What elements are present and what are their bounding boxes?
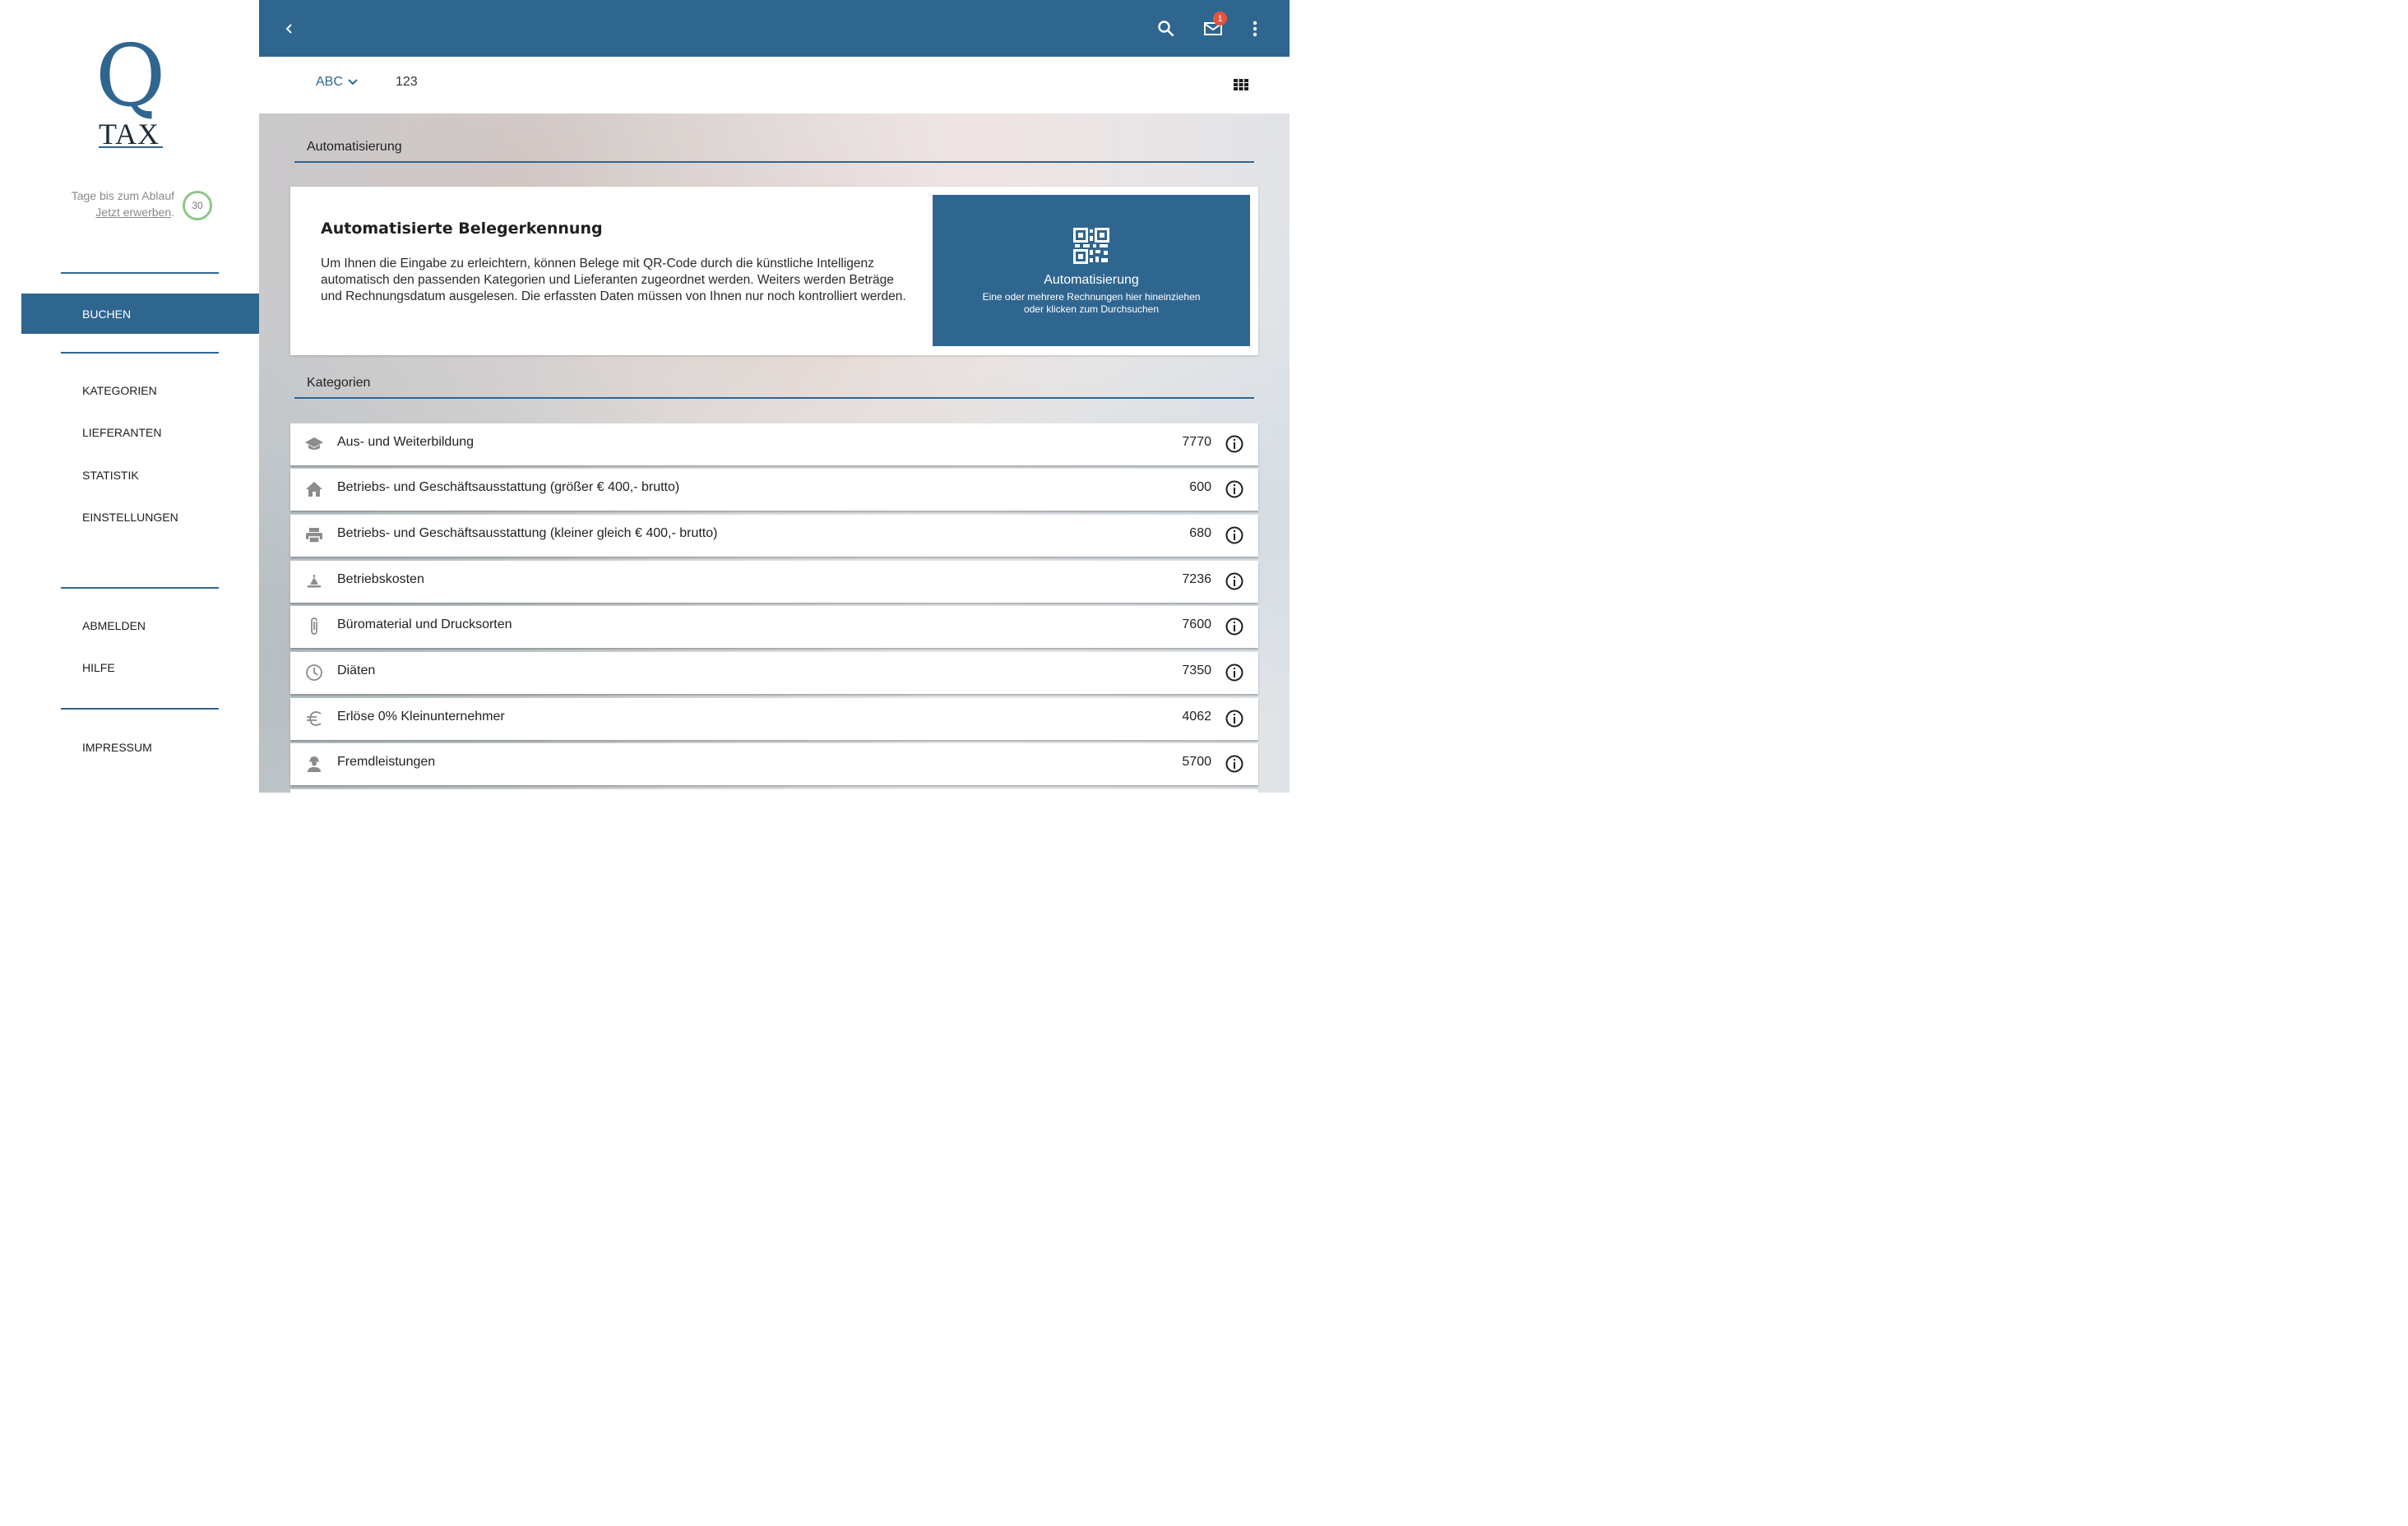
drop-zone-hint-line1: Eine oder mehrere Rechnungen hier hinein… — [982, 291, 1201, 303]
home-icon — [304, 479, 324, 499]
sidebar-item-kategorien[interactable]: KATEGORIEN — [0, 378, 259, 403]
notification-badge: 1 — [1213, 12, 1227, 25]
info-icon[interactable] — [1225, 525, 1244, 545]
automation-section-title: Automatisierung — [307, 140, 402, 154]
company-bar: ABC 123 — [259, 57, 1290, 113]
buy-now-link[interactable]: Jetzt erwerben — [95, 206, 171, 219]
category-number: 5700 — [1182, 755, 1211, 769]
euro-icon — [304, 709, 324, 728]
sidebar-item-einstellungen[interactable]: EINSTELLUNGEN — [0, 505, 259, 529]
category-number: 7600 — [1182, 617, 1211, 631]
sidebar-item-impressum[interactable]: IMPRESSUM — [0, 735, 259, 760]
category-number: 680 — [1189, 526, 1211, 540]
worker-icon — [304, 754, 324, 774]
sidebar-divider — [61, 708, 219, 710]
category-number: 600 — [1189, 480, 1211, 494]
sidebar-item-lieferanten[interactable]: LIEFERANTEN — [0, 420, 259, 445]
category-label: Fremdleistungen — [337, 755, 436, 769]
invoice-drop-zone[interactable]: Automatisierung Eine oder mehrere Rechnu… — [933, 195, 1250, 346]
sidebar-item-hilfe[interactable]: HILFE — [0, 655, 259, 680]
printer-icon — [304, 525, 324, 545]
days-remaining-badge: 30 — [183, 191, 212, 220]
category-label: Diäten — [337, 664, 376, 677]
category-label: Betriebs- und Geschäftsausstattung (größ… — [337, 480, 680, 494]
trial-label: Tage bis zum Ablauf — [71, 189, 174, 202]
back-icon[interactable] — [277, 16, 302, 41]
category-label: Betriebskosten — [337, 572, 424, 586]
trial-text: Tage bis zum Ablauf Jetzt erwerben. — [49, 187, 174, 220]
category-row[interactable]: Erlöse 0% Kleinunternehmer 4062 — [290, 698, 1258, 740]
paperclip-icon — [304, 617, 324, 636]
clock-icon — [304, 663, 324, 682]
drop-zone-title: Automatisierung — [1044, 273, 1139, 287]
mail-icon[interactable]: 1 — [1201, 12, 1227, 41]
app-bar: 1 — [259, 0, 1290, 57]
qtax-logo[interactable]: Q TAX — [92, 33, 191, 155]
category-row[interactable]: Büromaterial und Drucksorten 7600 — [290, 606, 1258, 648]
category-number: 7770 — [1182, 435, 1211, 449]
category-label: Betriebs- und Geschäftsausstattung (klei… — [337, 526, 718, 540]
category-number: 7236 — [1182, 572, 1211, 586]
category-row[interactable]: Fremdleistungen 5700 — [290, 743, 1258, 785]
categories-section-title: Kategorien — [307, 376, 371, 390]
category-row[interactable]: Betriebs- und Geschäftsausstattung (größ… — [290, 469, 1258, 511]
info-icon[interactable] — [1225, 571, 1244, 591]
category-label: Aus- und Weiterbildung — [337, 435, 475, 449]
bell-icon — [304, 571, 324, 591]
sidebar-item-abmelden[interactable]: ABMELDEN — [0, 613, 259, 638]
drop-zone-hint-line2: oder klicken zum Durchsuchen — [1023, 303, 1160, 315]
automation-heading: Automatisierte Belegerkennung — [321, 220, 603, 238]
sidebar: Q TAX Tage bis zum Ablauf Jetzt erwerben… — [0, 0, 259, 793]
qr-code-icon — [1073, 228, 1109, 264]
sidebar-divider — [61, 352, 219, 354]
info-icon[interactable] — [1225, 709, 1244, 728]
more-vert-icon[interactable] — [1243, 16, 1267, 41]
category-row-partial[interactable] — [290, 789, 1258, 793]
info-icon[interactable] — [1225, 663, 1244, 682]
logo-underline — [99, 146, 163, 148]
sidebar-item-statistik[interactable]: STATISTIK — [0, 463, 259, 488]
grid-view-icon[interactable] — [1234, 79, 1248, 90]
company-number[interactable]: 123 — [396, 75, 418, 90]
category-row[interactable]: Diäten 7350 — [290, 652, 1258, 694]
automation-description: Um Ihnen die Eingabe zu erleichtern, kön… — [321, 257, 906, 303]
sidebar-divider — [61, 272, 219, 274]
sidebar-divider — [61, 587, 219, 589]
chevron-down-icon — [348, 79, 358, 86]
school-icon — [304, 434, 324, 454]
category-row[interactable]: Aus- und Weiterbildung 7770 — [290, 423, 1258, 465]
company-select[interactable]: ABC — [316, 75, 358, 90]
category-number: 7350 — [1182, 664, 1211, 677]
category-row[interactable]: Betriebskosten 7236 — [290, 561, 1258, 603]
category-label: Büromaterial und Drucksorten — [337, 617, 512, 631]
search-icon[interactable] — [1154, 16, 1179, 41]
logo-q: Q — [95, 25, 166, 126]
company-select-value: ABC — [316, 75, 343, 89]
info-icon[interactable] — [1225, 479, 1244, 499]
section-underline — [294, 161, 1254, 163]
main-content: Automatisierung Automatisierte Belegerke… — [259, 113, 1290, 793]
trial-link-suffix: . — [171, 206, 174, 219]
drop-zone-hint: Eine oder mehrere Rechnungen hier hinein… — [933, 291, 1250, 316]
info-icon[interactable] — [1225, 617, 1244, 636]
category-row[interactable]: Betriebs- und Geschäftsausstattung (klei… — [290, 515, 1258, 557]
section-underline — [294, 397, 1254, 399]
info-icon[interactable] — [1225, 754, 1244, 774]
category-label: Erlöse 0% Kleinunternehmer — [337, 710, 505, 724]
sidebar-item-buchen[interactable]: BUCHEN — [21, 294, 259, 334]
automation-card: Automatisierte Belegerkennung Um Ihnen d… — [290, 187, 1258, 355]
info-icon[interactable] — [1225, 434, 1244, 454]
category-number: 4062 — [1182, 710, 1211, 724]
